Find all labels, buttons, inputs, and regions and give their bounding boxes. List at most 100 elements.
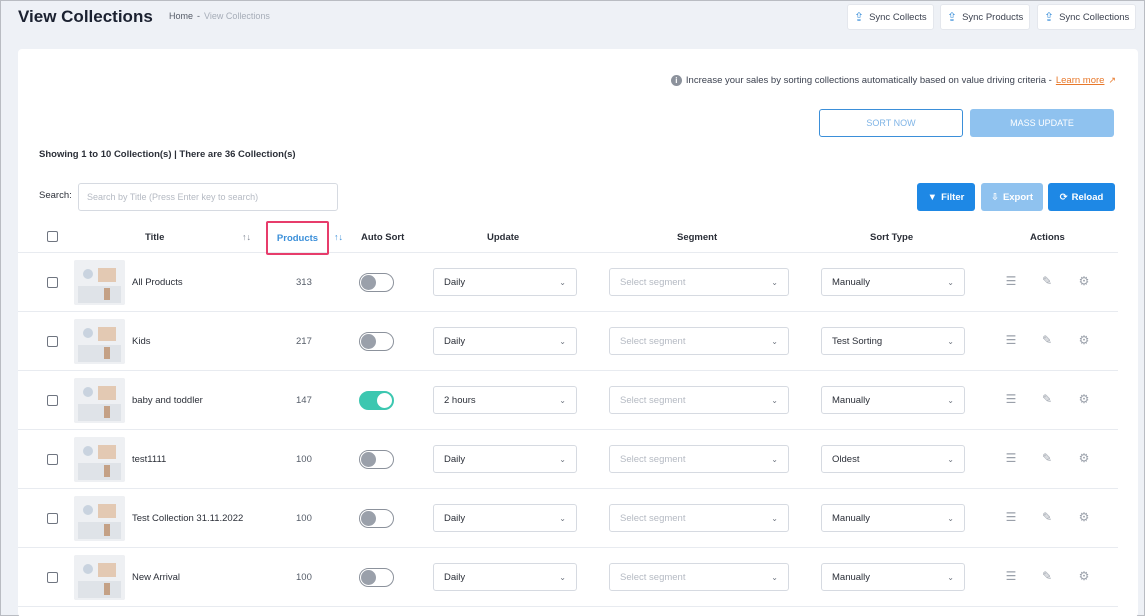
table-row: Kids 217 Daily ⌄ Select segment ⌄ Test S… (18, 312, 1118, 371)
chevron-down-icon: ⌄ (947, 336, 954, 346)
external-link-icon: ↗ (1108, 75, 1116, 85)
sort-list-icon[interactable]: ☰ (1003, 509, 1019, 525)
breadcrumb-home[interactable]: Home (169, 11, 193, 21)
sort-icon[interactable]: ↑↓ (334, 232, 343, 242)
segment-select[interactable]: Select segment ⌄ (609, 386, 789, 414)
sort-icon[interactable]: ↑↓ (242, 232, 251, 242)
table-row: Test Collection 31.11.2022 100 Daily ⌄ S… (18, 489, 1118, 548)
collection-thumbnail (74, 378, 125, 423)
auto-sort-toggle[interactable] (359, 450, 394, 469)
row-checkbox[interactable] (47, 513, 58, 524)
sync-collects-label: Sync Collects (869, 11, 927, 23)
filter-icon: ▼ (927, 191, 938, 203)
sort-type-select[interactable]: Test Sorting ⌄ (821, 327, 965, 355)
row-checkbox[interactable] (47, 454, 58, 465)
edit-icon[interactable]: ✎ (1039, 568, 1055, 584)
collection-title[interactable]: test1111 (132, 454, 166, 465)
collection-title[interactable]: New Arrival (132, 572, 180, 583)
update-value: 2 hours (444, 394, 476, 406)
sort-type-value: Oldest (832, 453, 860, 465)
export-button[interactable]: ⇩ Export (981, 183, 1043, 211)
sync-collects-button[interactable]: ⇪ Sync Collects (847, 4, 934, 30)
segment-select[interactable]: Select segment ⌄ (609, 504, 789, 532)
product-count: 100 (296, 454, 312, 465)
edit-icon[interactable]: ✎ (1039, 450, 1055, 466)
segment-value: Select segment (620, 571, 686, 583)
update-select[interactable]: Daily ⌄ (433, 327, 577, 355)
row-checkbox[interactable] (47, 395, 58, 406)
update-select[interactable]: 2 hours ⌄ (433, 386, 577, 414)
segment-select[interactable]: Select segment ⌄ (609, 563, 789, 591)
collection-title[interactable]: Test Collection 31.11.2022 (132, 513, 243, 524)
sort-list-icon[interactable]: ☰ (1003, 391, 1019, 407)
collection-thumbnail (74, 319, 125, 364)
column-products[interactable]: Products (266, 221, 329, 255)
auto-sort-toggle[interactable] (359, 509, 394, 528)
chevron-down-icon: ⌄ (771, 336, 778, 346)
select-all-checkbox[interactable] (47, 231, 58, 242)
segment-select[interactable]: Select segment ⌄ (609, 268, 789, 296)
filter-button[interactable]: ▼ Filter (917, 183, 975, 211)
auto-sort-toggle[interactable] (359, 568, 394, 587)
sort-type-select[interactable]: Manually ⌄ (821, 386, 965, 414)
info-icon: i (670, 75, 682, 86)
sort-type-select[interactable]: Manually ⌄ (821, 504, 965, 532)
collection-title[interactable]: Kids (132, 336, 150, 347)
sort-list-icon[interactable]: ☰ (1003, 450, 1019, 466)
update-select[interactable]: Daily ⌄ (433, 445, 577, 473)
settings-icon[interactable]: ⚙ (1076, 450, 1092, 466)
reload-button[interactable]: ⟳ Reload (1048, 183, 1115, 211)
edit-icon[interactable]: ✎ (1039, 391, 1055, 407)
sort-list-icon[interactable]: ☰ (1003, 568, 1019, 584)
settings-icon[interactable]: ⚙ (1076, 332, 1092, 348)
toggle-knob (361, 275, 376, 290)
segment-value: Select segment (620, 512, 686, 524)
settings-icon[interactable]: ⚙ (1076, 273, 1092, 289)
collection-title[interactable]: All Products (132, 277, 183, 288)
edit-icon[interactable]: ✎ (1039, 332, 1055, 348)
auto-sort-toggle[interactable] (359, 273, 394, 292)
chevron-down-icon: ⌄ (947, 277, 954, 287)
auto-sort-toggle[interactable] (359, 391, 394, 410)
sort-type-select[interactable]: Oldest ⌄ (821, 445, 965, 473)
sort-now-button[interactable]: SORT NOW (819, 109, 963, 137)
toggle-knob (361, 570, 376, 585)
segment-select[interactable]: Select segment ⌄ (609, 327, 789, 355)
sort-type-value: Manually (832, 571, 871, 583)
column-title[interactable]: Title (145, 232, 164, 243)
toggle-knob (361, 452, 376, 467)
learn-more-link[interactable]: Learn more (1056, 75, 1105, 86)
settings-icon[interactable]: ⚙ (1076, 568, 1092, 584)
mass-update-button[interactable]: MASS UPDATE (970, 109, 1114, 137)
sync-products-button[interactable]: ⇪ Sync Products (940, 4, 1031, 30)
sort-type-select[interactable]: Manually ⌄ (821, 268, 965, 296)
sort-type-select[interactable]: Manually ⌄ (821, 563, 965, 591)
edit-icon[interactable]: ✎ (1039, 273, 1055, 289)
collection-thumbnail (74, 496, 125, 541)
update-select[interactable]: Daily ⌄ (433, 504, 577, 532)
auto-sort-toggle[interactable] (359, 332, 394, 351)
collection-title[interactable]: baby and toddler (132, 395, 203, 406)
chevron-down-icon: ⌄ (771, 572, 778, 582)
settings-icon[interactable]: ⚙ (1076, 391, 1092, 407)
collection-thumbnail (74, 555, 125, 600)
row-checkbox[interactable] (47, 572, 58, 583)
edit-icon[interactable]: ✎ (1039, 509, 1055, 525)
info-text: Increase your sales by sorting collectio… (685, 75, 1052, 86)
product-count: 100 (296, 572, 312, 583)
row-checkbox[interactable] (47, 336, 58, 347)
row-checkbox[interactable] (47, 277, 58, 288)
update-select[interactable]: Daily ⌄ (433, 563, 577, 591)
sort-list-icon[interactable]: ☰ (1003, 273, 1019, 289)
settings-icon[interactable]: ⚙ (1076, 509, 1092, 525)
sync-collections-button[interactable]: ⇪ Sync Collections (1037, 4, 1137, 30)
collection-thumbnail (74, 260, 125, 305)
chevron-down-icon: ⌄ (771, 277, 778, 287)
update-select[interactable]: Daily ⌄ (433, 268, 577, 296)
segment-select[interactable]: Select segment ⌄ (609, 445, 789, 473)
search-input[interactable] (78, 183, 338, 211)
sort-list-icon[interactable]: ☰ (1003, 332, 1019, 348)
chevron-down-icon: ⌄ (771, 513, 778, 523)
collections-card: i Increase your sales by sorting collect… (18, 49, 1138, 616)
sort-type-value: Manually (832, 276, 871, 288)
